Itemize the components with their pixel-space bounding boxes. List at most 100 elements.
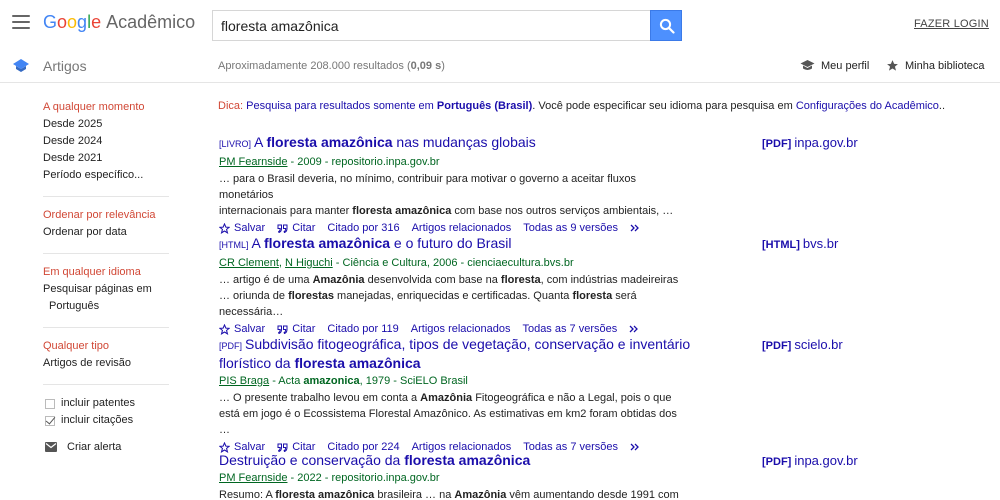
section-title: Artigos xyxy=(43,58,87,74)
logo-subtitle: Acadêmico xyxy=(106,12,196,32)
result-title[interactable]: [PDF] Subdivisão fitogeográfica, tipos de… xyxy=(219,336,759,372)
divider xyxy=(43,196,169,197)
type-any[interactable]: Qualquer tipo xyxy=(43,338,203,355)
more-icon[interactable] xyxy=(629,325,645,333)
filter-since-2024[interactable]: Desde 2024 xyxy=(43,133,203,150)
language-filter: Em qualquer idioma Pesquisar páginas em P… xyxy=(43,264,203,315)
search-box xyxy=(212,10,650,41)
sort-relevance[interactable]: Ordenar por relevância xyxy=(43,207,203,224)
tip-language-link[interactable]: Pesquisa para resultados somente em Port… xyxy=(246,100,532,112)
result-snippet: Resumo: A floresta amazônica brasileira … xyxy=(219,487,679,500)
all-versions-link[interactable]: Todas as 9 versões xyxy=(523,222,618,234)
star-icon xyxy=(887,60,898,71)
search-input[interactable] xyxy=(213,11,650,40)
language-tip: Dica: Pesquisa para resultados somente e… xyxy=(218,100,945,112)
related-articles-link[interactable]: Artigos relacionados xyxy=(412,222,512,234)
result-snippet: … para o Brasil deveria, no mínimo, cont… xyxy=(219,171,679,219)
snippet-highlight: floresta xyxy=(500,274,541,286)
result-source: - Ciência e Cultura, 2006 - cienciaecult… xyxy=(332,257,574,269)
snippet-highlight: Amazônia xyxy=(420,392,473,404)
logo-letter: g xyxy=(77,12,88,32)
result-source: - Acta xyxy=(269,375,304,387)
result-item: [HTML] A floresta amazônica e o futuro do… xyxy=(219,235,759,335)
snippet-text: … artigo é de uma xyxy=(219,274,313,286)
snippet-highlight: Amazônia xyxy=(312,274,365,286)
cite-button[interactable]: Citar xyxy=(277,222,315,234)
more-icon[interactable] xyxy=(630,224,646,232)
snippet-text: com base nos outros serviços ambientais,… xyxy=(451,205,674,217)
cite-button[interactable]: Citar xyxy=(277,323,315,335)
result-title[interactable]: Destruição e conservação da floresta ama… xyxy=(219,452,759,469)
result-count-close: ) xyxy=(441,60,445,72)
divider xyxy=(43,384,169,385)
author-link[interactable]: CR Clement xyxy=(219,257,279,269)
divider xyxy=(43,253,169,254)
sort-filter: Ordenar por relevância Ordenar por data xyxy=(43,207,203,241)
lang-portuguese[interactable]: Pesquisar páginas em Português xyxy=(43,281,203,315)
star-outline-icon xyxy=(219,222,230,234)
snippet-text: manejadas, enriquecidas e certificadas. … xyxy=(333,290,573,302)
snippet-highlight: floresta amazônica xyxy=(275,489,375,500)
result-meta: PM Fearnside - 2009 - repositorio.inpa.g… xyxy=(219,155,759,169)
scholar-logo[interactable]: Google Acadêmico xyxy=(43,12,195,33)
logo-letter: e xyxy=(91,12,102,32)
title-text: e o futuro do Brasil xyxy=(390,235,512,251)
more-icon[interactable] xyxy=(630,443,646,451)
author-link[interactable]: PM Fearnside xyxy=(219,472,287,484)
search-icon xyxy=(659,18,675,34)
tip-text: Pesquisa para resultados somente em xyxy=(246,100,434,112)
full-text-link[interactable]: [PDF] inpa.gov.br xyxy=(762,453,858,468)
author-link[interactable]: PIS Braga xyxy=(219,375,269,387)
save-button[interactable]: Salvar xyxy=(219,323,265,335)
result-meta: PM Fearnside - 2022 - repositorio.inpa.g… xyxy=(219,471,759,485)
create-alert-button[interactable]: Criar alerta xyxy=(43,441,203,453)
lang-any[interactable]: Em qualquer idioma xyxy=(43,264,203,281)
tip-text: . Você pode especificar seu idioma para … xyxy=(532,100,793,112)
search-button[interactable] xyxy=(650,10,682,41)
type-review[interactable]: Artigos de revisão xyxy=(43,355,203,372)
result-meta: CR Clement, N Higuchi - Ciência e Cultur… xyxy=(219,257,574,269)
my-library-link[interactable]: Minha biblioteca xyxy=(886,59,985,72)
result-time: 0,09 s xyxy=(410,60,442,72)
type-filter: Qualquer tipo Artigos de revisão xyxy=(43,338,203,372)
result-kind: [PDF] xyxy=(219,341,243,351)
author-link[interactable]: N Higuchi xyxy=(285,257,333,269)
lang-portuguese-line1: Pesquisar páginas em xyxy=(43,283,152,295)
filter-since-2021[interactable]: Desde 2021 xyxy=(43,150,203,167)
result-source: - 2009 - repositorio.inpa.gov.br xyxy=(287,156,440,168)
snippet-text: … para o Brasil deveria, no mínimo, cont… xyxy=(219,173,636,201)
filter-custom-range[interactable]: Período específico... xyxy=(43,167,203,184)
save-button[interactable]: Salvar xyxy=(219,222,265,234)
envelope-icon xyxy=(45,442,57,452)
divider xyxy=(43,327,169,328)
full-text-link[interactable]: [PDF] scielo.br xyxy=(762,337,843,352)
snippet-highlight: floresta amazônica xyxy=(352,205,452,217)
menu-icon[interactable] xyxy=(12,15,30,29)
author-link[interactable]: PM Fearnside xyxy=(219,156,287,168)
result-snippet: … O presente trabalho levou em conta a A… xyxy=(219,390,679,438)
full-text-link[interactable]: [HTML] bvs.br xyxy=(762,236,838,251)
filter-since-2025[interactable]: Desde 2025 xyxy=(43,116,203,133)
logo-letter: G xyxy=(43,12,58,32)
sort-date[interactable]: Ordenar por data xyxy=(43,224,203,241)
quote-icon xyxy=(277,325,288,334)
result-source: - 2022 - repositorio.inpa.gov.br xyxy=(287,472,440,484)
cited-by-link[interactable]: Citado por 119 xyxy=(327,323,398,335)
login-link[interactable]: FAZER LOGIN xyxy=(914,18,989,30)
full-text-link[interactable]: [PDF] inpa.gov.br xyxy=(762,135,858,150)
title-text: A xyxy=(251,235,264,251)
save-label: Salvar xyxy=(234,222,266,234)
settings-link[interactable]: Configurações do Acadêmico xyxy=(796,100,939,112)
my-profile-label: Meu perfil xyxy=(821,60,870,72)
result-title[interactable]: [HTML] A floresta amazônica e o futuro do… xyxy=(219,235,759,254)
related-articles-link[interactable]: Artigos relacionados xyxy=(411,323,511,335)
result-title[interactable]: [LIVRO] A floresta amazônica nas mudanças… xyxy=(219,134,759,153)
my-profile-link[interactable]: Meu perfil xyxy=(800,59,869,72)
all-versions-link[interactable]: Todas as 7 versões xyxy=(522,323,617,335)
result-count: Aproximadamente 208.000 resultados (0,09… xyxy=(218,60,445,72)
include-patents-label: incluir patentes xyxy=(61,397,135,409)
include-patents-checkbox[interactable]: incluir patentes xyxy=(43,395,203,412)
filter-any-time[interactable]: A qualquer momento xyxy=(43,99,203,116)
include-citations-checkbox[interactable]: incluir citações xyxy=(43,412,203,429)
cited-by-link[interactable]: Citado por 316 xyxy=(327,222,399,234)
